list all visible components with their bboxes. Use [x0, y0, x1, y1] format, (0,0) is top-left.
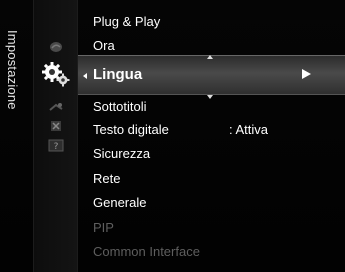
menu-item-plug-and-play[interactable]: Plug & Play — [93, 14, 160, 29]
scroll-down-indicator — [207, 95, 213, 99]
sidebar: Impostazione — [0, 0, 33, 272]
chevron-left-icon — [83, 73, 87, 79]
svg-text:?: ? — [54, 142, 59, 152]
chevron-right-icon[interactable] — [302, 69, 311, 79]
menu-item-generale[interactable]: Generale — [93, 195, 146, 210]
menu-item-ora[interactable]: Ora — [93, 38, 115, 53]
testo-digitale-value: : Attiva — [229, 122, 269, 137]
menu-item-sicurezza[interactable]: Sicurezza — [93, 146, 150, 161]
picture-icon[interactable] — [48, 40, 64, 54]
menu-item-common-interface: Common Interface — [93, 244, 200, 259]
settings-gears-icon[interactable] — [41, 61, 71, 87]
menu-item-pip: PIP — [93, 220, 114, 235]
sidebar-category-label: Impostazione — [5, 30, 20, 110]
input-icon[interactable] — [48, 101, 64, 113]
menu-item-testo-digitale[interactable]: Testo digitale — [93, 122, 169, 137]
menu-item-rete[interactable]: Rete — [93, 171, 120, 186]
scroll-up-indicator — [207, 55, 213, 59]
application-icon[interactable] — [49, 119, 63, 133]
support-icon[interactable]: ? — [48, 139, 64, 152]
tv-osd-menu: Impostazione ? Plug & Play Ora Lingua So… — [0, 0, 345, 272]
menu-item-sottotitoli[interactable]: Sottotitoli — [93, 99, 146, 114]
menu-item-lingua[interactable]: Lingua — [93, 66, 142, 83]
selection-highlight-bar — [33, 55, 345, 95]
